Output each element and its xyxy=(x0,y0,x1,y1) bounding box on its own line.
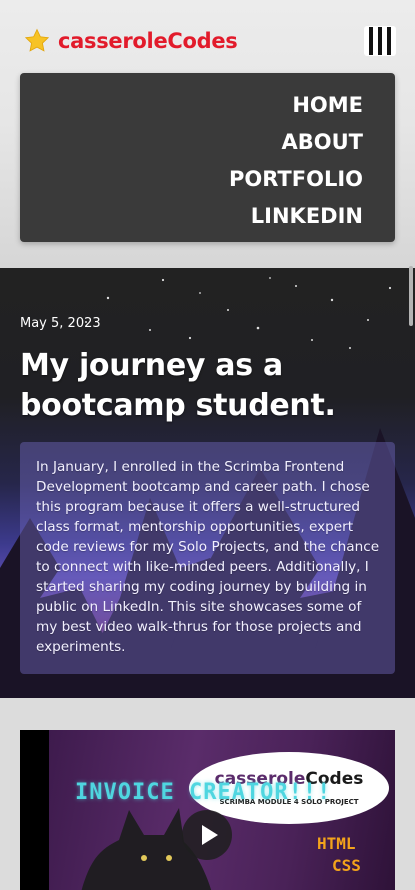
blog-hero: May 5, 2023 My journey as a bootcamp stu… xyxy=(0,268,415,698)
play-button[interactable] xyxy=(182,810,232,860)
brand-name: casseroleCodes xyxy=(58,29,238,53)
post-title: My journey as a bootcamp student. xyxy=(20,348,336,423)
nav-item-linkedin[interactable]: LINKEDIN xyxy=(229,198,363,235)
site-header: casseroleCodes HOME ABOUT PORTFOLIO LINK… xyxy=(0,0,415,268)
tech-label-html: HTML xyxy=(317,834,356,853)
scrollbar-thumb[interactable] xyxy=(409,266,413,326)
nav-menu: HOME ABOUT PORTFOLIO LINKEDIN xyxy=(20,73,395,242)
video-thumbnail: casseroleCodes SCRIMBA MODULE 4 SOLO PRO… xyxy=(49,730,395,890)
star-icon xyxy=(24,28,50,52)
nav-item-home[interactable]: HOME xyxy=(229,87,363,124)
post-card: In January, I enrolled in the Scrimba Fr… xyxy=(20,442,395,674)
video-section: casseroleCodes SCRIMBA MODULE 4 SOLO PRO… xyxy=(0,698,415,890)
post-body: In January, I enrolled in the Scrimba Fr… xyxy=(36,459,380,655)
post-date: May 5, 2023 xyxy=(20,316,101,331)
brand-logo[interactable]: casseroleCodes xyxy=(24,28,238,54)
video-player[interactable]: casseroleCodes SCRIMBA MODULE 4 SOLO PRO… xyxy=(20,730,395,890)
play-icon xyxy=(202,825,218,845)
hamburger-icon[interactable] xyxy=(364,26,396,56)
video-title: INVOICE CREATOR!!! xyxy=(75,780,332,805)
nav-item-portfolio[interactable]: PORTFOLIO xyxy=(229,161,363,198)
nav-item-about[interactable]: ABOUT xyxy=(229,124,364,161)
tech-label-css: CSS xyxy=(332,856,361,875)
